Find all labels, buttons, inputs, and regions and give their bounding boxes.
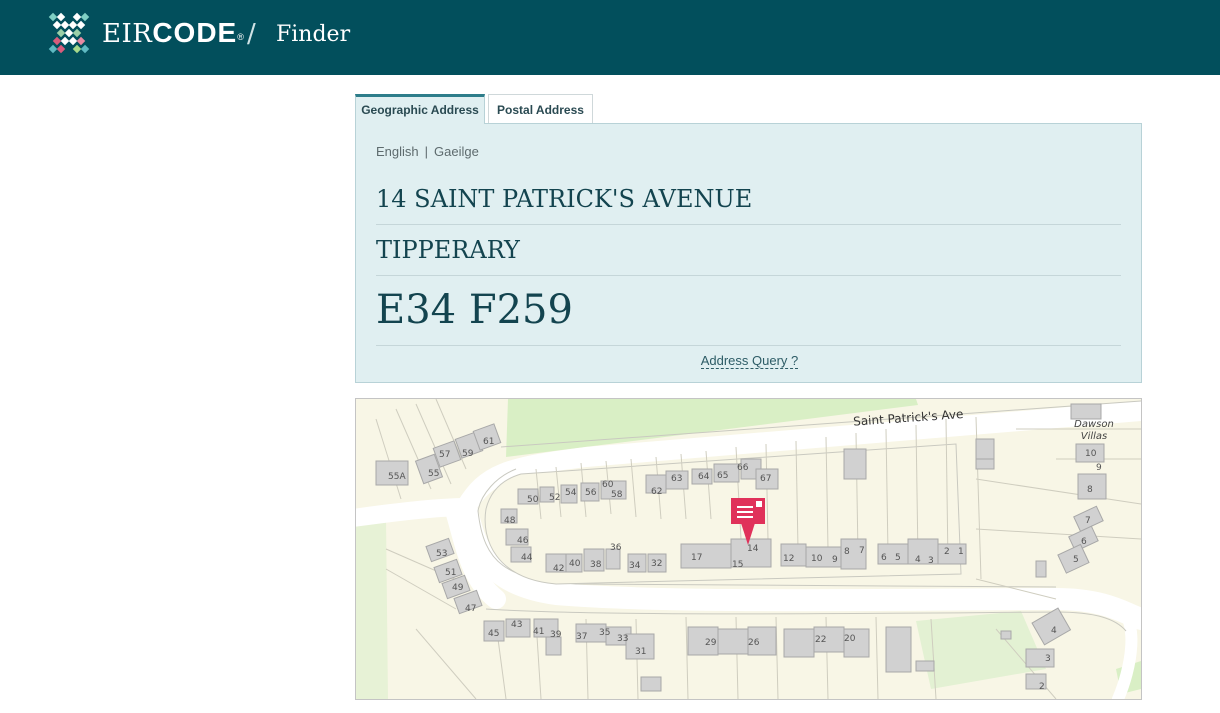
house-number: 31 (635, 647, 646, 657)
house-number: 56 (585, 488, 597, 498)
page-title: Finder (276, 22, 351, 47)
house-number: 15 (732, 560, 743, 570)
house-number: 65 (717, 471, 728, 481)
house-number: 66 (737, 463, 749, 473)
house-number: 7 (859, 546, 865, 556)
house-number: 53 (436, 549, 447, 559)
house-number: 5 (1073, 555, 1079, 565)
house-number: 7 (1085, 516, 1091, 526)
house-number: 55 (428, 469, 439, 479)
breadcrumb-separator: / (247, 19, 256, 49)
house-number: 44 (521, 553, 533, 563)
house-number: 45 (488, 629, 499, 639)
house-number: 49 (452, 583, 464, 593)
language-switcher: English | Gaeilge (376, 144, 479, 159)
brand-light-text: EIR (102, 19, 153, 49)
house-number: 61 (483, 437, 494, 447)
house-number: 52 (549, 493, 560, 503)
house-number: 26 (748, 638, 760, 648)
top-header: EIRCODE® / Finder (0, 0, 1220, 75)
tab-geographic-address[interactable]: Geographic Address (355, 94, 485, 124)
house-number: 2 (944, 547, 950, 557)
house-number: 2 (1039, 682, 1045, 692)
house-number: 42 (553, 564, 564, 574)
address-line-1: 14 SAINT PATRICK'S AVENUE (376, 181, 1121, 225)
house-number: 8 (844, 547, 850, 557)
house-number: 6 (881, 553, 887, 563)
house-number: 8 (1087, 485, 1093, 495)
language-separator: | (424, 144, 429, 159)
address-line-2: TIPPERARY (376, 232, 1121, 276)
house-number: 35 (599, 628, 610, 638)
address-query-link[interactable]: Address Query ? (700, 353, 799, 369)
place-label-dawson: Dawson (1074, 419, 1114, 430)
address-panel: English | Gaeilge 14 SAINT PATRICK'S AVENU… (355, 123, 1142, 383)
map-canvas[interactable]: Saint Patrick's Ave Dawson Villas 55A 55… (356, 399, 1141, 699)
house-number: 1 (958, 547, 964, 557)
house-number: 22 (815, 635, 826, 645)
house-number: 9 (1096, 463, 1102, 473)
house-number: 63 (671, 474, 682, 484)
house-number: 64 (698, 472, 710, 482)
house-number: 5 (895, 553, 901, 563)
house-number: 60 (602, 480, 614, 490)
house-number: 29 (705, 638, 717, 648)
house-number: 12 (783, 554, 794, 564)
house-number: 4 (915, 555, 921, 565)
house-number: 9 (832, 555, 838, 565)
house-number: 4 (1051, 626, 1057, 636)
language-english-link[interactable]: English (376, 144, 419, 159)
house-number: 6 (1081, 537, 1087, 547)
eircode-value: E34 F259 (376, 282, 1121, 346)
house-number: 58 (611, 490, 623, 500)
house-number: 59 (462, 449, 474, 459)
house-number: 51 (445, 568, 456, 578)
house-number: 3 (1045, 654, 1051, 664)
tab-postal-address[interactable]: Postal Address (488, 94, 593, 123)
house-number: 17 (691, 553, 702, 563)
language-irish-link[interactable]: Gaeilge (434, 144, 479, 159)
house-number: 34 (629, 561, 641, 571)
house-number: 38 (590, 560, 602, 570)
eircode-logo-icon[interactable] (48, 12, 90, 54)
house-number: 10 (1085, 449, 1097, 459)
house-number: 43 (511, 620, 522, 630)
house-number: 20 (844, 634, 856, 644)
house-number: 55A (388, 472, 406, 482)
house-number: 48 (504, 516, 516, 526)
house-number: 3 (928, 556, 934, 566)
house-number: 54 (565, 488, 577, 498)
place-label-villas: Villas (1081, 431, 1108, 442)
brand-bold-text: CODE (152, 17, 238, 48)
house-number: 36 (610, 543, 622, 553)
house-number: 50 (527, 495, 539, 505)
house-number: 39 (550, 630, 562, 640)
brand-wordmark[interactable]: EIRCODE® (102, 16, 245, 51)
house-number: 57 (439, 450, 450, 460)
house-number: 33 (617, 634, 628, 644)
house-number: 41 (533, 627, 544, 637)
house-number: 62 (651, 487, 662, 497)
house-number: 10 (811, 554, 823, 564)
house-number: 40 (569, 559, 581, 569)
house-number: 46 (517, 536, 529, 546)
map-view[interactable]: Saint Patrick's Ave Dawson Villas 55A 55… (355, 398, 1142, 700)
registered-mark: ® (237, 32, 245, 42)
house-number: 32 (651, 559, 662, 569)
green-strip-left (356, 517, 388, 699)
house-number: 47 (465, 604, 476, 614)
house-number: 67 (760, 474, 771, 484)
house-number: 14 (747, 544, 759, 554)
house-number: 37 (576, 632, 587, 642)
address-query-wrapper: Address Query ? (356, 353, 1143, 369)
